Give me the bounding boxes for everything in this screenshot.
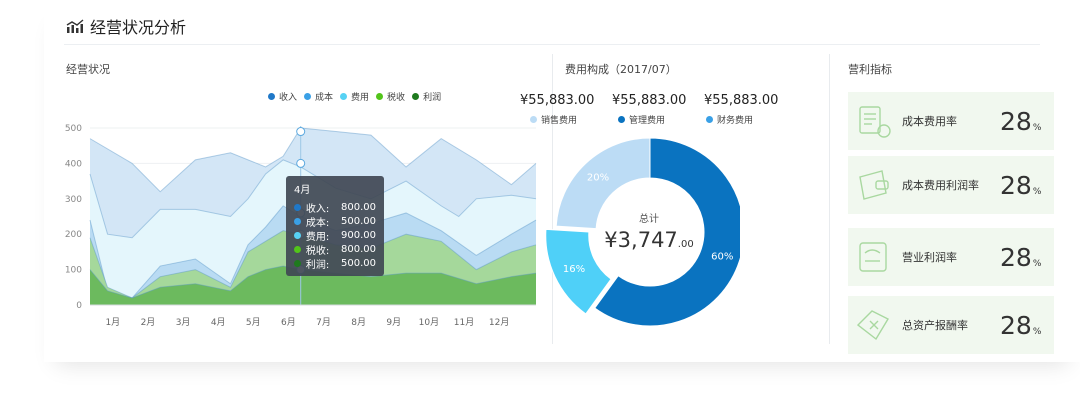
coupon-icon bbox=[856, 310, 889, 341]
tooltip-value: 500.00 bbox=[341, 215, 376, 227]
indicator-unit: % bbox=[1032, 258, 1042, 269]
tooltip-dot bbox=[294, 259, 301, 267]
x-tick-label: 9月 bbox=[386, 317, 401, 328]
legend-label: 管理费用 bbox=[629, 116, 666, 126]
indicator-value: 28% bbox=[1000, 171, 1041, 200]
x-tick-label: 1月 bbox=[105, 317, 120, 328]
legend-label: 销售费用 bbox=[541, 116, 578, 126]
x-tick-label: 2月 bbox=[141, 317, 156, 328]
tooltip-value: 800.00 bbox=[341, 201, 376, 213]
hover-point[interactable] bbox=[296, 158, 306, 168]
profit-section-title: 营利指标 bbox=[848, 63, 892, 76]
indicator-value: 28% bbox=[1000, 311, 1041, 340]
tooltip-row: 成本: 500.00 bbox=[294, 214, 376, 229]
total-decimals: .00 bbox=[677, 239, 694, 250]
indicator-unit: % bbox=[1032, 122, 1042, 133]
indicator-unit: % bbox=[1032, 326, 1042, 337]
indicator-unit: % bbox=[1032, 186, 1042, 197]
indicator-value: 28% bbox=[1000, 107, 1041, 136]
indicator-card[interactable]: 成本费用率 28% bbox=[848, 92, 1054, 150]
indicator-label: 营业利润率 bbox=[902, 251, 957, 264]
indicator-number: 28 bbox=[1000, 310, 1032, 340]
tooltip-dot bbox=[294, 231, 301, 239]
cost-legend-item[interactable]: 财务费用 bbox=[706, 113, 794, 126]
legend-dot bbox=[530, 116, 537, 123]
legend-dot bbox=[706, 116, 713, 123]
y-tick-label: 0 bbox=[76, 301, 82, 311]
x-tick-label: 8月 bbox=[351, 317, 366, 328]
wallet-icon bbox=[859, 170, 889, 200]
receipt-icon bbox=[859, 106, 891, 138]
hover-point[interactable] bbox=[296, 127, 306, 137]
y-tick-label: 300 bbox=[65, 195, 82, 205]
document-icon bbox=[859, 242, 887, 272]
cost-legend-item[interactable]: 销售费用 bbox=[530, 113, 618, 126]
indicator-number: 28 bbox=[1000, 242, 1032, 272]
tooltip-value: 500.00 bbox=[341, 257, 376, 269]
tooltip-row: 税收: 800.00 bbox=[294, 242, 376, 257]
total-amount: 3,747 bbox=[617, 228, 678, 252]
tooltip-label: 费用: bbox=[305, 231, 330, 243]
x-tick-label: 11月 bbox=[454, 317, 474, 328]
y-tick-label: 200 bbox=[65, 230, 82, 240]
indicator-number: 28 bbox=[1000, 106, 1032, 136]
x-tick-label: 5月 bbox=[246, 317, 261, 328]
legend-label: 财务费用 bbox=[717, 116, 754, 126]
tooltip-row: 费用: 900.00 bbox=[294, 228, 376, 243]
cost-amount-finance: ¥55,883.00 bbox=[704, 93, 779, 108]
indicator-card[interactable]: 营业利润率 28% bbox=[848, 228, 1054, 286]
total-value: ¥3,747.00 bbox=[598, 228, 700, 252]
cost-amounts: ¥55,883.00 ¥55,883.00 ¥55,883.00 bbox=[520, 93, 796, 108]
x-tick-label: 6月 bbox=[281, 317, 296, 328]
tooltip-label: 税收: bbox=[305, 245, 330, 257]
business-area-chart: 0 100 200 300 400 500 1月 2月 3月 4月 5月 6月 7月 8月 9月 10月 11月… bbox=[65, 124, 537, 328]
tooltip-value: 900.00 bbox=[341, 229, 376, 241]
tooltip-row: 收入: 800.00 bbox=[294, 200, 376, 215]
tooltip-dot bbox=[294, 203, 301, 211]
indicator-card[interactable]: 总资产报酬率 28% bbox=[848, 296, 1054, 354]
section-divider-2 bbox=[829, 54, 830, 344]
tooltip-label: 成本: bbox=[305, 217, 330, 229]
indicator-number: 28 bbox=[1000, 170, 1032, 200]
tooltip-dot bbox=[294, 245, 301, 253]
cost-legend: 销售费用 管理费用 财务费用 bbox=[530, 113, 794, 126]
total-label: 总计 bbox=[639, 214, 659, 225]
y-tick-label: 100 bbox=[65, 266, 82, 276]
tooltip-dot bbox=[294, 217, 301, 225]
donut-percent-label: 20% bbox=[587, 173, 609, 184]
donut-percent-label: 16% bbox=[563, 264, 585, 275]
indicator-label: 成本费用率 bbox=[902, 115, 957, 128]
total-currency: ¥ bbox=[604, 228, 618, 252]
x-tick-label: 4月 bbox=[211, 317, 226, 328]
indicator-card[interactable]: 成本费用利润率 28% bbox=[848, 156, 1054, 214]
donut-center: 总计 ¥3,747.00 bbox=[598, 210, 700, 252]
x-tick-label: 3月 bbox=[176, 317, 191, 328]
indicator-label: 总资产报酬率 bbox=[902, 319, 968, 332]
indicator-label: 成本费用利润率 bbox=[902, 179, 979, 192]
chart-tooltip: 4月 收入: 800.00 成本: 500.00 费用: 900.00 税收: 800.00 利… bbox=[286, 176, 384, 276]
tooltip-label: 利润: bbox=[305, 259, 330, 271]
donut-percent-label: 60% bbox=[711, 251, 733, 262]
tooltip-title: 4月 bbox=[294, 185, 311, 196]
y-tick-label: 400 bbox=[65, 159, 82, 169]
indicator-value: 28% bbox=[1000, 243, 1041, 272]
x-tick-label: 10月 bbox=[419, 317, 439, 328]
cost-amount-sales: ¥55,883.00 bbox=[520, 93, 595, 108]
cost-legend-item[interactable]: 管理费用 bbox=[618, 113, 706, 126]
legend-dot bbox=[618, 116, 625, 123]
cost-section-title: 费用构成（2017/07） bbox=[565, 63, 677, 76]
x-tick-label: 7月 bbox=[316, 317, 331, 328]
tooltip-row: 利润: 500.00 bbox=[294, 256, 376, 271]
cost-amount-admin: ¥55,883.00 bbox=[612, 93, 687, 108]
tooltip-value: 800.00 bbox=[341, 243, 376, 255]
tooltip-label: 收入: bbox=[305, 203, 330, 215]
y-tick-label: 500 bbox=[65, 124, 82, 134]
x-tick-label: 12月 bbox=[489, 317, 509, 328]
